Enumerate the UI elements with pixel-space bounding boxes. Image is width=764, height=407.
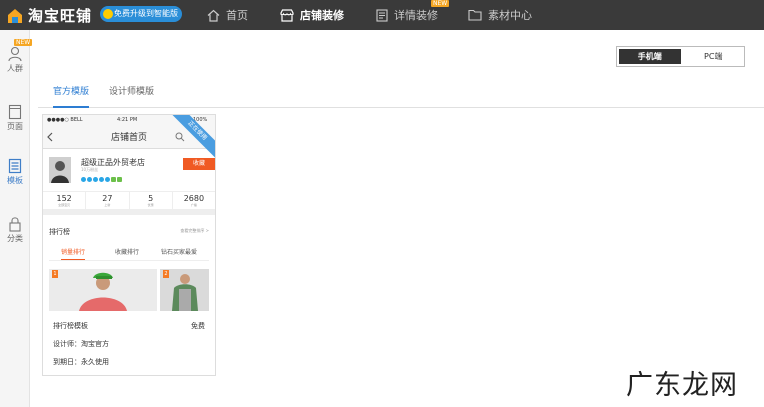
product-image-1[interactable]: 1: [49, 269, 157, 311]
search-icon: [175, 132, 185, 142]
page-icon: [8, 104, 22, 120]
sidebar-item-page[interactable]: 页面: [0, 104, 30, 132]
ranking-header: 排行榜 查看完整排序 >: [49, 227, 209, 237]
sidebar-item-category-label: 分类: [7, 234, 23, 243]
store-icon: [280, 8, 294, 22]
upgrade-badge-button[interactable]: 免费升级到智能版: [100, 6, 182, 22]
folder-icon: [468, 9, 482, 21]
device-toggle: 手机端 PC端: [616, 46, 745, 67]
rank-number-badge: 2: [163, 270, 169, 278]
upgrade-badge-label: 免费升级到智能版: [114, 9, 178, 18]
detail-icon: [376, 8, 388, 22]
shop-info: 超级正品外贸老店 10万粉丝 收藏: [49, 157, 215, 191]
stat-item[interactable]: 5 优惠: [130, 192, 173, 209]
tab-official-templates[interactable]: 官方模版: [53, 82, 90, 108]
stat-value: 152: [56, 194, 72, 203]
shop-fans: 10万粉丝: [81, 167, 99, 172]
nav-material-center-label: 素材中心: [488, 9, 532, 22]
stat-label: 上新: [104, 203, 111, 207]
nav-material-center[interactable]: 素材中心: [468, 0, 532, 30]
rank-tab-diamond-buyers[interactable]: 钻石买家最爱: [161, 247, 197, 256]
sidebar-item-crowd-label: 人群: [7, 64, 23, 73]
template-expiry: 到期日：永久使用: [53, 357, 109, 367]
template-designer: 设计师：淘宝官方: [53, 339, 109, 349]
stat-item[interactable]: 2680 广播: [173, 192, 215, 209]
tab-designer-templates[interactable]: 设计师模版: [109, 82, 154, 108]
ranking-tabs: 销量排行 收藏排行 钻石买家最爱: [49, 245, 209, 261]
stat-value: 27: [102, 194, 113, 203]
lock-icon: [9, 217, 21, 232]
nav-home[interactable]: 首页: [207, 0, 248, 30]
user-icon: [8, 46, 22, 62]
stat-value: 2680: [183, 194, 205, 203]
new-badge: NEW: [431, 0, 450, 7]
carrier-text: ●●●●○ BELL: [47, 117, 83, 123]
sidebar-item-template[interactable]: 模板: [0, 158, 30, 186]
template-card[interactable]: ●●●●○ BELL 4:21 PM 100% 店铺首页 正在使用 超级正品外贸…: [42, 114, 216, 376]
stat-value: 5: [148, 194, 154, 203]
rank-tab-sales[interactable]: 销量排行: [61, 247, 86, 260]
designer-label: 设计师：: [53, 340, 81, 348]
logo[interactable]: 淘宝旺铺: [6, 5, 92, 26]
mobile-toggle-button[interactable]: 手机端: [617, 47, 683, 66]
home-icon: [207, 9, 220, 22]
rank-tab-favorites[interactable]: 收藏排行: [115, 247, 139, 256]
product-image-2[interactable]: 2: [160, 269, 209, 311]
stat-label: 全部宝贝: [58, 203, 71, 207]
stat-label: 优惠: [147, 203, 154, 207]
nav-home-label: 首页: [226, 9, 248, 22]
nav-store-decor-label: 店铺装修: [300, 9, 344, 22]
ranking-more-link[interactable]: 查看完整排序 >: [180, 228, 209, 234]
sidebar-new-badge: NEW: [14, 39, 33, 46]
template-tabs: 官方模版 设计师模版: [38, 82, 764, 108]
rank-number-badge: 1: [52, 270, 58, 278]
sidebar-item-page-label: 页面: [7, 122, 23, 131]
shop-stats: 152 全部宝贝 27 上新 5 优惠 2680 广播: [43, 191, 215, 215]
stat-label: 广播: [190, 203, 197, 207]
shop-avatar: [49, 157, 71, 183]
time-text: 4:21 PM: [117, 117, 138, 123]
nav-detail-decor-label: 详情装修: [394, 9, 438, 22]
follow-button[interactable]: 收藏: [183, 158, 215, 170]
coin-icon: [103, 9, 113, 19]
sidebar-item-template-label: 模板: [7, 176, 23, 185]
nav-store-decor[interactable]: 店铺装修: [280, 0, 344, 30]
sidebar-item-category[interactable]: 分类: [0, 216, 30, 244]
designer-value: 淘宝官方: [81, 340, 109, 348]
shop-rating-icons: [81, 177, 123, 182]
stat-item[interactable]: 27 上新: [86, 192, 130, 209]
template-price: 免费: [191, 322, 205, 330]
top-navigation-bar: 淘宝旺铺 免费升级到智能版 首页 店铺装修 详情装修 NEW 素材中心: [0, 0, 764, 30]
logo-text: 淘宝旺铺: [28, 7, 93, 25]
left-sidebar: NEW 人群 页面 模板 分类: [0, 30, 33, 407]
ranking-title: 排行榜: [49, 228, 70, 236]
pc-toggle-button[interactable]: PC端: [683, 47, 745, 66]
expiry-label: 到期日：: [53, 358, 81, 366]
stat-item[interactable]: 152 全部宝贝: [43, 192, 87, 209]
template-icon: [8, 158, 22, 174]
expiry-value: 永久使用: [81, 358, 109, 366]
shop-logo-icon: [6, 7, 24, 25]
watermark-text: 广东龙网: [626, 370, 738, 401]
nav-detail-decor[interactable]: 详情装修: [376, 0, 438, 30]
sidebar-item-crowd[interactable]: 人群: [0, 46, 30, 74]
template-name: 排行榜模板: [53, 322, 88, 330]
